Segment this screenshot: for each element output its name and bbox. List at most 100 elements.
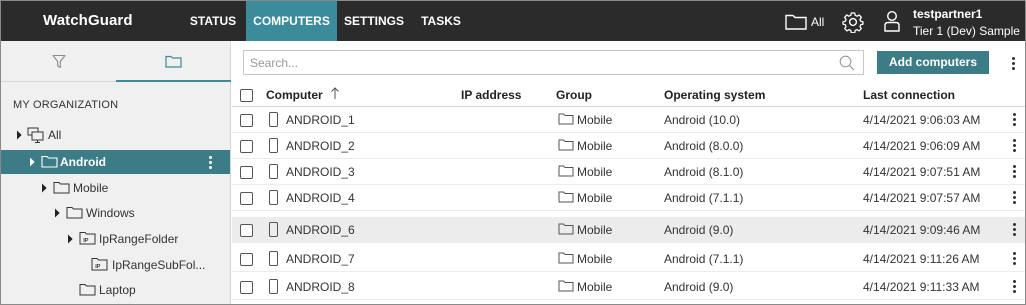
gear-icon[interactable]: [842, 11, 864, 36]
table-row[interactable]: ANDROID_2 Mobile Android (8.0.0) 4/14/20…: [232, 133, 1025, 159]
table-row[interactable]: ANDROID_7 Mobile Android (7.1.1) 4/14/20…: [232, 246, 1025, 272]
add-computers-button[interactable]: Add computers: [877, 51, 989, 74]
row-checkbox[interactable]: [240, 166, 253, 179]
table-row[interactable]: ANDROID_1 Mobile Android (10.0) 4/14/202…: [232, 107, 1025, 133]
user-icon[interactable]: [883, 10, 901, 35]
computer-name[interactable]: ANDROID_6: [286, 223, 355, 237]
tree-item-all[interactable]: All: [1, 123, 230, 147]
table-row[interactable]: ANDROID_6 Mobile Android (9.0) 4/14/2021…: [232, 217, 1025, 243]
expanded-triangle-icon[interactable]: [50, 208, 60, 218]
more-options-icon[interactable]: [1012, 57, 1016, 72]
folder-icon: [558, 280, 574, 292]
computer-name[interactable]: ANDROID_3: [286, 165, 355, 179]
table-row[interactable]: ANDROID_3 Mobile Android (8.1.0) 4/14/20…: [232, 159, 1025, 185]
table-row[interactable]: ANDROID_4 Mobile Android (7.1.1) 4/14/20…: [232, 185, 1025, 211]
row-checkbox[interactable]: [240, 140, 253, 153]
computer-name[interactable]: ANDROID_8: [286, 280, 355, 294]
group-name: Mobile: [577, 191, 613, 205]
filter-icon: [52, 54, 66, 69]
tree-item-iprangesubfolder[interactable]: IP IpRangeSubFol...: [1, 253, 230, 277]
operating-system: Android (10.0): [664, 113, 741, 127]
search-icon[interactable]: [839, 55, 855, 71]
row-checkbox[interactable]: [240, 253, 253, 266]
mobile-device-icon: [269, 164, 278, 179]
tree-item-mobile[interactable]: Mobile: [1, 176, 230, 200]
tab-tasks[interactable]: TASKS: [411, 1, 471, 41]
operating-system: Android (9.0): [664, 223, 734, 237]
computer-name[interactable]: ANDROID_4: [286, 191, 355, 205]
group-name: Mobile: [577, 223, 613, 237]
tab-status[interactable]: STATUS: [181, 1, 245, 41]
tab-groups[interactable]: [116, 41, 231, 82]
group-name: Mobile: [577, 252, 613, 266]
row-more-options-icon[interactable]: [1013, 280, 1017, 295]
row-checkbox[interactable]: [240, 224, 253, 237]
tree-item-android[interactable]: Android: [1, 150, 230, 174]
mobile-device-icon: [269, 222, 278, 237]
tab-settings[interactable]: SETTINGS: [337, 1, 411, 41]
row-more-options-icon[interactable]: [1013, 113, 1017, 128]
select-all-checkbox[interactable]: [240, 89, 253, 102]
folder-icon: [165, 55, 182, 68]
mobile-device-icon: [269, 251, 278, 266]
tree-item-label: Android: [60, 155, 106, 169]
computer-name[interactable]: ANDROID_7: [286, 252, 355, 266]
search-input[interactable]: [250, 54, 830, 72]
app-logo: WatchGuard: [43, 12, 133, 29]
operating-system: Android (7.1.1): [664, 191, 744, 205]
user-name[interactable]: testpartner1: [913, 7, 982, 21]
last-connection: 4/14/2021 9:11:33 AM: [863, 280, 980, 294]
tree-item-windows[interactable]: Windows: [1, 201, 230, 225]
user-tier: Tier 1 (Dev) Sample: [913, 24, 1020, 38]
row-more-options-icon[interactable]: [1013, 223, 1017, 238]
svg-text:IP: IP: [83, 238, 89, 244]
group-name: Mobile: [577, 280, 613, 294]
ip-folder-icon: IP: [79, 232, 96, 245]
row-more-options-icon[interactable]: [1013, 191, 1017, 206]
row-checkbox[interactable]: [240, 114, 253, 127]
folder-icon: [79, 284, 96, 296]
folder-scope-icon[interactable]: [785, 13, 807, 33]
last-connection: 4/14/2021 9:11:26 AM: [863, 252, 980, 266]
row-checkbox[interactable]: [240, 192, 253, 205]
tree-item-iprangefolder[interactable]: IP IpRangeFolder: [1, 227, 230, 251]
tree-item-laptop[interactable]: Laptop: [1, 278, 230, 302]
sort-ascending-icon[interactable]: [330, 86, 340, 100]
last-connection: 4/14/2021 9:06:09 AM: [863, 139, 981, 153]
group-name: Mobile: [577, 113, 613, 127]
row-more-options-icon[interactable]: [1013, 252, 1017, 267]
column-header-last-connection[interactable]: Last connection: [863, 88, 955, 102]
folder-icon: [53, 182, 70, 194]
search-box[interactable]: [243, 50, 864, 75]
row-more-options-icon[interactable]: [1013, 139, 1017, 154]
table-row[interactable]: ANDROID_8 Mobile Android (9.0) 4/14/2021…: [232, 274, 1025, 300]
tab-filters[interactable]: [1, 41, 116, 82]
operating-system: Android (8.1.0): [664, 165, 744, 179]
column-header-computer[interactable]: Computer: [266, 88, 323, 102]
computer-name[interactable]: ANDROID_1: [286, 113, 355, 127]
folder-icon: [558, 165, 574, 177]
tab-computers[interactable]: COMPUTERS: [246, 1, 337, 41]
column-header-operating-system[interactable]: Operating system: [664, 88, 765, 102]
folder-icon: [41, 155, 58, 168]
computer-name[interactable]: ANDROID_2: [286, 139, 355, 153]
mobile-device-icon: [269, 138, 278, 153]
folder-scope-label[interactable]: All: [811, 15, 824, 29]
more-options-icon[interactable]: [209, 156, 213, 171]
expanded-triangle-icon[interactable]: [25, 157, 35, 167]
column-header-group[interactable]: Group: [556, 88, 592, 102]
column-header-ip-address[interactable]: IP address: [461, 88, 521, 102]
last-connection: 4/14/2021 9:09:46 AM: [863, 223, 981, 237]
expanded-triangle-icon[interactable]: [63, 234, 73, 244]
left-panel: MY ORGANIZATION All Android Mobile Windo…: [1, 41, 231, 304]
computers-group-icon: [27, 127, 44, 143]
tree-item-label: Laptop: [99, 283, 136, 297]
operating-system: Android (9.0): [664, 280, 734, 294]
organization-title: MY ORGANIZATION: [13, 99, 119, 111]
expanded-triangle-icon[interactable]: [37, 183, 47, 193]
row-more-options-icon[interactable]: [1013, 165, 1017, 180]
main-content: Add computers Computer IP address Group …: [232, 41, 1025, 304]
folder-icon: [558, 139, 574, 151]
expanded-triangle-icon[interactable]: [12, 130, 22, 140]
row-checkbox[interactable]: [240, 281, 253, 294]
